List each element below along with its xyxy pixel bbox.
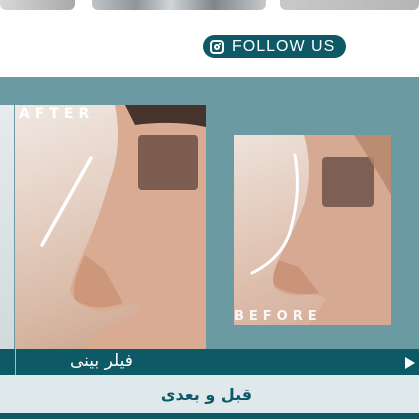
- instagram-icon: [210, 39, 224, 54]
- before-photo: BEFORE: [234, 135, 391, 325]
- follow-us-label: FOLLOW US: [232, 37, 336, 55]
- after-label: AFTER: [19, 106, 95, 122]
- follow-us-button[interactable]: FOLLOW US: [203, 35, 346, 58]
- previous-slide-edge[interactable]: [0, 105, 14, 375]
- bottom-divider: [0, 413, 419, 419]
- thumbnail-image[interactable]: [92, 0, 266, 10]
- divider: [15, 349, 16, 375]
- nose-profile-after-image: [40, 105, 206, 349]
- nose-profile-before-image: [250, 135, 391, 325]
- after-photo: AFTER: [15, 105, 206, 349]
- before-after-slider[interactable]: AFTER BEFORE فیلر بینی: [0, 77, 419, 375]
- thumbnail-image[interactable]: [0, 0, 75, 10]
- thumbnail-image[interactable]: [280, 0, 419, 10]
- caption-banner: قبل و بعدی: [0, 375, 419, 413]
- play-arrow-icon[interactable]: [405, 357, 415, 369]
- slide-title-bar: فیلر بینی: [0, 349, 419, 375]
- slide-title: فیلر بینی: [70, 351, 133, 371]
- before-label: BEFORE: [234, 309, 322, 324]
- caption-text: قبل و بعدی: [160, 384, 253, 404]
- thumbnail-strip: [0, 0, 419, 12]
